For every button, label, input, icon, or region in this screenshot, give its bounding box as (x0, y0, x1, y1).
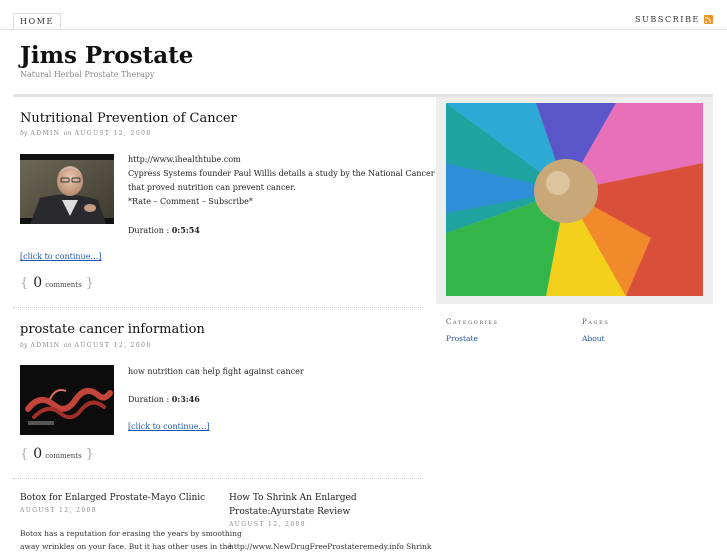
mini-title-line: How To Shrink An Enlarged (229, 493, 357, 503)
duration-label: Duration : (128, 226, 170, 235)
byline-on: on (63, 130, 72, 137)
category-link[interactable]: Prostate (446, 334, 478, 343)
post-byline-1: by Admin on August 12, 2008 (20, 130, 152, 137)
comment-brace-close: } (85, 276, 94, 291)
post-body-2: how nutrition can help fight against can… (128, 365, 304, 407)
continue-link-1[interactable]: [click to continue…] (20, 252, 102, 261)
sidebar-header-image (446, 103, 703, 296)
comment-word: comments (45, 452, 82, 460)
post-description: how nutrition can help fight against can… (128, 367, 304, 376)
post-date: August 12, 2008 (74, 130, 152, 137)
post-description: Cypress Systems founder Paul Willis deta… (128, 169, 472, 178)
mini-post-title-2[interactable]: How To Shrink An Enlarged Prostate:Ayurs… (229, 491, 357, 519)
comment-word: comments (45, 281, 82, 289)
comment-number: 0 (33, 275, 43, 291)
top-navigation-bar: Home Subscribe (0, 0, 727, 30)
post-url-text: http://www.ihealthtube.com (128, 155, 241, 164)
continue-link-2[interactable]: [click to continue…] (128, 422, 210, 431)
mini-post-date-1: August 12, 2008 (20, 507, 97, 514)
site-title[interactable]: Jims Prostate (20, 42, 193, 69)
duration-value: 0:3:46 (171, 394, 200, 404)
post-author[interactable]: Admin (31, 342, 61, 349)
rss-icon[interactable] (704, 15, 713, 24)
post-title-2[interactable]: prostate cancer information (20, 322, 205, 337)
comment-brace-close: } (85, 447, 94, 462)
comment-brace-open: { (20, 276, 29, 291)
post-author[interactable]: Admin (31, 130, 61, 137)
video-thumbnail-1[interactable] (20, 154, 114, 224)
post-rate-line: *Rate – Comment – Subscribe* (128, 197, 253, 206)
subscribe-link[interactable]: Subscribe (635, 15, 713, 24)
mini-post-title-1[interactable]: Botox for Enlarged Prostate-Mayo Clinic (20, 491, 205, 505)
post-byline-2: by Admin on August 12, 2008 (20, 342, 152, 349)
mini-post-excerpt-1: Botox has a reputation for erasing the y… (20, 527, 242, 553)
post-separator (13, 478, 423, 479)
duration-row: Duration : 0:3:46 (128, 392, 304, 407)
post-separator (13, 307, 423, 308)
categories-heading: Categories (446, 318, 499, 326)
post-date: August 12, 2008 (74, 342, 152, 349)
post-body-1: http://www.ihealthtube.com Cypress Syste… (128, 153, 472, 238)
page-link[interactable]: About (582, 334, 605, 343)
excerpt-line: away wrinkles on your face. But it has o… (20, 542, 232, 551)
byline-by: by (20, 342, 28, 349)
site-tagline: Natural Herbal Prostate Therapy (20, 70, 155, 79)
comment-count-1[interactable]: { 0 comments } (20, 275, 94, 291)
comment-brace-open: { (20, 447, 29, 462)
byline-on: on (63, 342, 72, 349)
post-description: that proved nutrition can prevent cancer… (128, 183, 296, 192)
duration-value: 0:5:54 (171, 225, 200, 235)
video-thumbnail-2[interactable] (20, 365, 114, 435)
post-title-1[interactable]: Nutritional Prevention of Cancer (20, 111, 237, 126)
comment-count-2[interactable]: { 0 comments } (20, 446, 94, 462)
mini-post-date-2: August 12, 2008 (229, 521, 306, 528)
subscribe-label: Subscribe (634, 15, 700, 24)
duration-label: Duration : (128, 395, 170, 404)
pages-heading: Pages (582, 318, 610, 326)
nav-home-tab[interactable]: Home (13, 13, 61, 29)
byline-by: by (20, 130, 28, 137)
mini-title-line: Prostate:Ayurstate Review (229, 507, 351, 517)
comment-number: 0 (33, 446, 43, 462)
duration-row: Duration : 0:5:54 (128, 223, 472, 238)
excerpt-line: Botox has a reputation for erasing the y… (20, 529, 242, 538)
mini-post-excerpt-2: http://www.NewDrugFreeProstateremedy.inf… (229, 542, 432, 551)
